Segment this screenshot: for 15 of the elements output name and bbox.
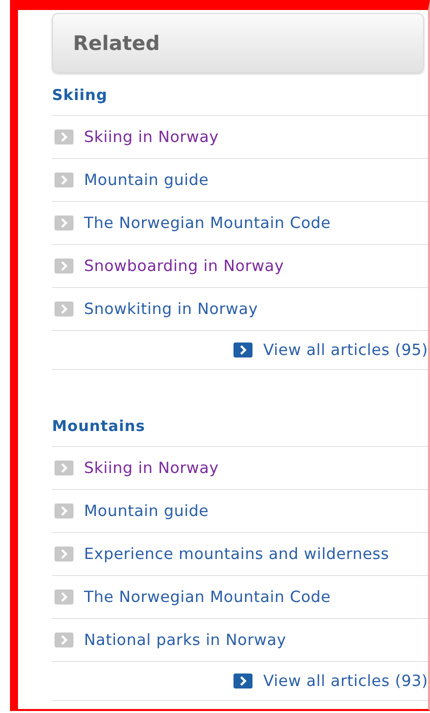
article-link[interactable]: Skiing in Norway [52,447,428,489]
view-all-link[interactable]: View all articles (95) [233,341,428,359]
view-all-link[interactable]: View all articles (93) [233,672,428,690]
article-link[interactable]: The Norwegian Mountain Code [52,576,428,618]
article-link[interactable]: National parks in Norway [52,619,428,661]
panel-title: Related [73,31,160,55]
article-link[interactable]: Snowboarding in Norway [52,245,428,287]
article-link[interactable]: Skiing in Norway [52,116,428,158]
article-link[interactable]: Mountain guide [52,159,428,201]
section-heading: Skiing [52,85,108,106]
article-link[interactable]: The Norwegian Mountain Code [52,202,428,244]
section-heading: Mountains [52,416,146,437]
article-link[interactable]: Experience mountains and wilderness [52,533,428,575]
article-link[interactable]: Mountain guide [52,490,428,532]
article-link[interactable]: Snowkiting in Norway [52,288,428,330]
